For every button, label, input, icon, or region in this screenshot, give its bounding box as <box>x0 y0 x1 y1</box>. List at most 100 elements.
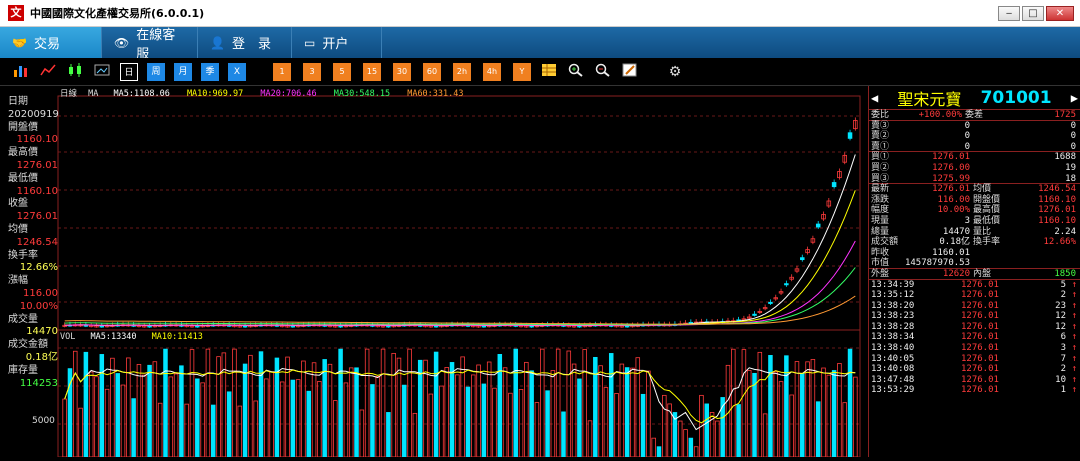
quote-cell: 6 <box>1060 332 1066 343</box>
info-label: 收盤 <box>8 198 28 210</box>
info-label: 日期 <box>8 96 28 107</box>
quote-cell: 委比 <box>871 110 890 120</box>
quote-cell: 1850 <box>1054 268 1076 279</box>
volume-bar <box>831 370 837 458</box>
quote-cell: 13:40:08 <box>871 364 915 375</box>
hour-4-button[interactable]: 4h <box>483 62 501 81</box>
volume-bar <box>561 411 566 458</box>
candle-body <box>784 283 789 286</box>
volume-bar <box>624 367 630 458</box>
quote-cell: 14470 <box>942 226 970 237</box>
maximize-button[interactable]: □ <box>1022 6 1044 21</box>
stock-header: ◀ 聖宋元寶 701001 ▶ <box>869 86 1080 110</box>
edit-icon[interactable] <box>621 63 639 81</box>
min-60-button[interactable]: 60 <box>423 62 441 81</box>
quote-cell: +100.00% <box>918 110 962 120</box>
quote-cell: ↑ <box>1071 311 1077 322</box>
tab-trade[interactable]: 🤝 交易 <box>0 27 102 58</box>
kline-info-panel: 日期 20200919 開盤價 1160.10 最高價 1276.01 最低價 1160.10… <box>8 96 59 390</box>
candle-body <box>195 325 200 328</box>
kline-chart-area[interactable]: 5000 <box>0 86 868 458</box>
period-day-button[interactable]: 日 <box>120 62 138 81</box>
min-1-button[interactable]: 1 <box>273 62 291 81</box>
quote-cell: 最高價 <box>973 205 1001 216</box>
min-5-button[interactable]: 5 <box>333 62 351 81</box>
stat-row: 幅度 10.00% 最高價 1276.01 <box>869 205 1080 216</box>
quote-cell: 13:38:20 <box>871 300 915 311</box>
zoom-in-icon[interactable] <box>567 63 585 81</box>
quote-cell: 市值 <box>871 258 890 269</box>
period-custom-button[interactable]: X <box>228 62 246 81</box>
info-value: 0.18亿 <box>25 351 58 363</box>
candle-body <box>481 325 487 328</box>
volume-bar <box>370 384 375 458</box>
image-icon[interactable] <box>93 63 111 81</box>
bar-chart-icon[interactable] <box>12 63 30 81</box>
quote-cell: 3 <box>964 215 970 226</box>
quote-cell: 0 <box>964 120 970 131</box>
info-label: 最高價 <box>8 147 38 159</box>
quote-cell: ↑ <box>1071 290 1077 301</box>
tab-online-service[interactable]: 👁 在線客服 <box>102 27 198 62</box>
gear-icon[interactable]: ⚙ <box>666 63 684 81</box>
kline-chart-svg[interactable]: 5000 <box>0 86 868 458</box>
quote-cell: 最新 <box>871 184 890 195</box>
quote-cell: 1276.01 <box>961 279 999 290</box>
min-3-button[interactable]: 3 <box>303 62 321 81</box>
quote-cell: 買② <box>871 162 890 173</box>
info-label: 成交金額 <box>8 339 48 351</box>
candle-body <box>147 325 152 328</box>
quote-cell: 昨收 <box>871 247 890 258</box>
grid-icon[interactable] <box>540 63 558 81</box>
candle-body <box>242 325 248 328</box>
volume-bar <box>815 401 821 458</box>
info-value: 1160.10 <box>16 185 58 197</box>
tab-label: 在線客服 <box>136 27 176 62</box>
quote-cell: 1276.01 <box>961 290 999 301</box>
min-30-button[interactable]: 30 <box>393 62 411 81</box>
year-button[interactable]: Y <box>513 62 531 81</box>
buy-row: 買② 1276.00 19 <box>869 163 1080 174</box>
volume-bar <box>131 398 136 458</box>
quote-cell: 13:35:12 <box>871 290 915 301</box>
hour-2-button[interactable]: 2h <box>453 62 471 81</box>
quote-cell: 5 <box>1060 279 1066 290</box>
info-value: 114253 <box>19 377 58 389</box>
info-label: 庫存量 <box>8 364 38 376</box>
volume-bar <box>497 353 503 458</box>
zoom-out-icon[interactable] <box>594 63 612 81</box>
volume-bar <box>290 379 296 458</box>
period-quarter-button[interactable]: 季 <box>201 62 219 81</box>
volume-bar <box>258 351 264 458</box>
quote-cell: 1276.01 <box>961 300 999 311</box>
quote-cell: 2.24 <box>1054 226 1076 237</box>
period-week-button[interactable]: 周 <box>147 62 165 81</box>
volume-bar <box>704 403 710 458</box>
close-button[interactable]: ✕ <box>1046 6 1074 21</box>
volume-bar <box>465 386 471 458</box>
tab-login[interactable]: 👤 登 录 <box>198 27 292 58</box>
stock-name: 聖宋元寶 <box>897 89 962 109</box>
min-15-button[interactable]: 15 <box>363 62 381 81</box>
tab-label: 交易 <box>33 37 60 52</box>
line-chart-icon[interactable] <box>39 63 57 81</box>
quote-cell: 賣① <box>871 141 890 152</box>
volume-bar <box>306 390 312 458</box>
candle-icon[interactable] <box>66 62 84 81</box>
quote-cell: ↑ <box>1071 353 1077 364</box>
volume-bar <box>210 404 216 458</box>
prev-stock-icon[interactable]: ◀ <box>871 91 878 105</box>
quote-cell: 13:38:40 <box>871 343 915 354</box>
candle-body <box>831 182 837 188</box>
info-value: 1276.01 <box>16 159 58 171</box>
quote-cell: 1276.00 <box>932 162 970 173</box>
quote-cell: ↑ <box>1071 343 1077 354</box>
period-month-button[interactable]: 月 <box>174 62 192 81</box>
eye-icon: 👁 <box>114 35 130 50</box>
minimize-button[interactable]: ‒ <box>998 6 1020 21</box>
tab-open-account[interactable]: ▭ 开户 <box>292 27 382 58</box>
volume-bar <box>608 353 614 458</box>
quote-cell: 1276.01 <box>961 332 999 343</box>
quote-cell: 成交額 <box>871 237 899 248</box>
next-stock-icon[interactable]: ▶ <box>1071 91 1078 105</box>
